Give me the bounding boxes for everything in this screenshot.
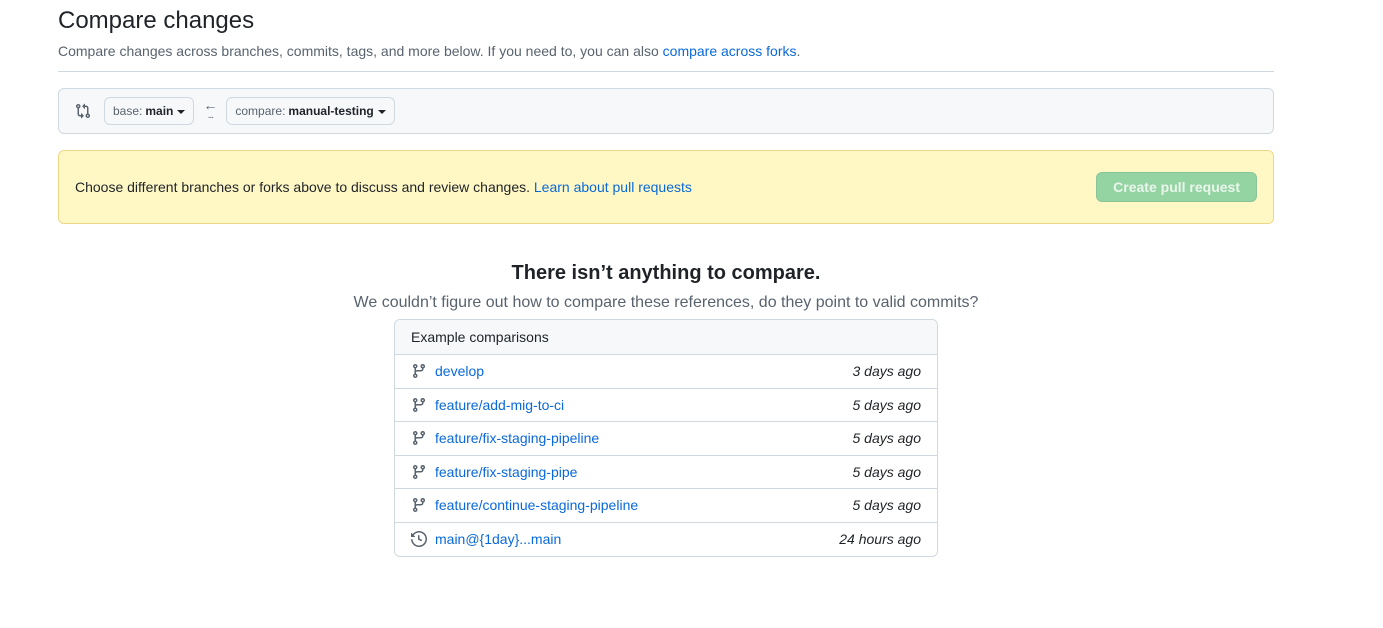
relative-time: 5 days ago xyxy=(852,396,922,413)
git-branch-icon xyxy=(411,397,427,413)
compare-across-forks-link[interactable]: compare across forks xyxy=(663,43,797,59)
comparison-link[interactable]: main@{1day}...main xyxy=(435,531,839,547)
list-item: feature/continue-staging-pipeline 5 days… xyxy=(395,489,937,523)
git-compare-icon xyxy=(75,103,91,119)
flash-notice: Choose different branches or forks above… xyxy=(58,150,1274,224)
comparison-link[interactable]: feature/fix-staging-pipeline xyxy=(435,430,853,446)
comparison-link[interactable]: feature/continue-staging-pipeline xyxy=(435,497,853,513)
divider xyxy=(58,71,1274,72)
blankslate-text: We couldn’t figure out how to compare th… xyxy=(353,294,979,311)
relative-time: 24 hours ago xyxy=(839,531,921,548)
range-dots: ... xyxy=(207,110,214,121)
range-editor: base: main ← ... compare: manual-testing xyxy=(58,88,1274,134)
relative-time: 5 days ago xyxy=(852,463,922,480)
history-icon xyxy=(411,531,427,548)
list-item: develop 3 days ago xyxy=(395,355,937,389)
list-item: main@{1day}...main 24 hours ago xyxy=(395,523,937,557)
git-branch-icon xyxy=(411,430,427,446)
comparison-link[interactable]: develop xyxy=(435,363,853,379)
relative-time: 5 days ago xyxy=(852,430,922,447)
relative-time: 3 days ago xyxy=(852,363,922,380)
compare-branch-select[interactable]: compare: manual-testing xyxy=(226,97,395,125)
range-separator: ← ... xyxy=(194,97,226,121)
caret-down-icon xyxy=(377,109,386,114)
example-comparisons-box: Example comparisons develop 3 days ago f… xyxy=(394,319,938,557)
list-item: feature/fix-staging-pipeline 5 days ago xyxy=(395,422,937,456)
page-title: Compare changes xyxy=(58,7,255,34)
flash-message: Choose different branches or forks above… xyxy=(75,179,534,195)
compare-page: Compare changes Compare changes across b… xyxy=(58,0,1274,557)
list-item: feature/fix-staging-pipe 5 days ago xyxy=(395,456,937,489)
git-branch-icon xyxy=(411,464,427,480)
base-value: main xyxy=(145,104,174,118)
base-label: base: xyxy=(113,104,143,118)
relative-time: 5 days ago xyxy=(852,497,922,514)
list-item: feature/add-mig-to-ci 5 days ago xyxy=(395,389,937,422)
subtitle-text: Compare changes across branches, commits… xyxy=(58,43,663,59)
comparison-link[interactable]: feature/fix-staging-pipe xyxy=(435,464,853,480)
caret-down-icon xyxy=(177,109,186,114)
compare-value: manual-testing xyxy=(288,104,374,118)
page-subtitle: Compare changes across branches, commits… xyxy=(58,41,1274,61)
learn-about-pull-requests-link[interactable]: Learn about pull requests xyxy=(534,179,692,195)
blankslate: There isn’t anything to compare. We coul… xyxy=(58,261,1274,315)
create-pull-request-button[interactable]: Create pull request xyxy=(1096,172,1257,202)
base-branch-select[interactable]: base: main xyxy=(104,97,195,125)
arrow-left-icon: ← xyxy=(203,97,218,113)
compare-label: compare: xyxy=(235,104,286,118)
git-branch-icon xyxy=(411,497,427,513)
blankslate-heading: There isn’t anything to compare. xyxy=(511,262,821,284)
comparison-link[interactable]: feature/add-mig-to-ci xyxy=(435,397,853,413)
flash-text: Choose different branches or forks above… xyxy=(75,179,1096,195)
git-branch-icon xyxy=(411,363,427,379)
subtitle-suffix: . xyxy=(796,43,801,59)
example-comparisons-header: Example comparisons xyxy=(395,320,937,355)
